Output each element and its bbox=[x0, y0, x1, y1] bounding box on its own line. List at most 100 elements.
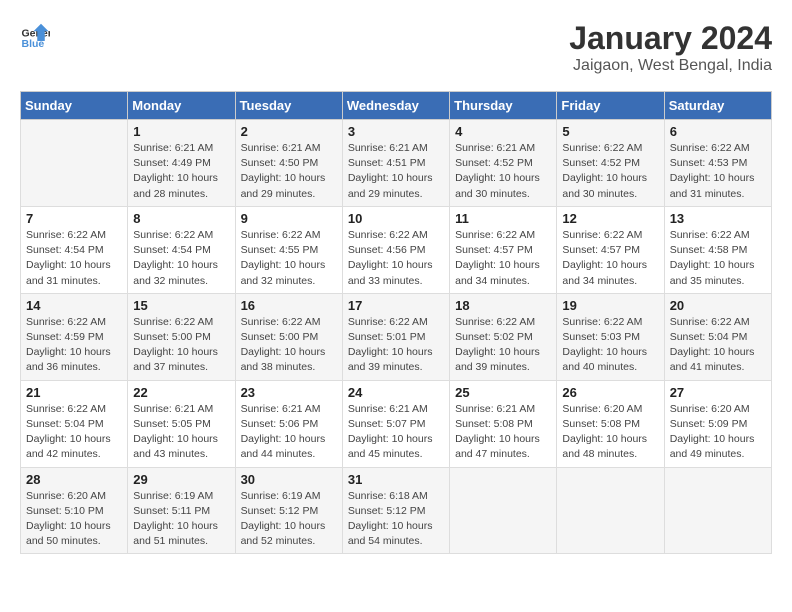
day-number: 11 bbox=[455, 211, 551, 226]
calendar-week-row: 28 Sunrise: 6:20 AM Sunset: 5:10 PM Dayli… bbox=[21, 467, 772, 554]
day-number: 6 bbox=[670, 124, 766, 139]
day-detail: Sunrise: 6:21 AM Sunset: 5:05 PM Dayligh… bbox=[133, 402, 229, 463]
calendar-cell: 17 Sunrise: 6:22 AM Sunset: 5:01 PM Dayli… bbox=[342, 293, 449, 380]
calendar-cell: 7 Sunrise: 6:22 AM Sunset: 4:54 PM Daylig… bbox=[21, 206, 128, 293]
calendar-cell: 19 Sunrise: 6:22 AM Sunset: 5:03 PM Dayli… bbox=[557, 293, 664, 380]
calendar-cell: 11Sunrise: 6:22 AM Sunset: 4:57 PM Dayli… bbox=[450, 206, 557, 293]
day-number: 17 bbox=[348, 298, 444, 313]
day-number: 13 bbox=[670, 211, 766, 226]
day-number: 29 bbox=[133, 472, 229, 487]
calendar-cell: 30 Sunrise: 6:19 AM Sunset: 5:12 PM Dayli… bbox=[235, 467, 342, 554]
day-detail: Sunrise: 6:21 AM Sunset: 5:07 PM Dayligh… bbox=[348, 402, 444, 463]
calendar-cell: 25 Sunrise: 6:21 AM Sunset: 5:08 PM Dayli… bbox=[450, 380, 557, 467]
weekday-header: Tuesday bbox=[235, 92, 342, 120]
calendar-week-row: 1 Sunrise: 6:21 AM Sunset: 4:49 PM Daylig… bbox=[21, 120, 772, 207]
calendar-week-row: 14 Sunrise: 6:22 AM Sunset: 4:59 PM Dayli… bbox=[21, 293, 772, 380]
day-number: 1 bbox=[133, 124, 229, 139]
day-detail: Sunrise: 6:22 AM Sunset: 4:59 PM Dayligh… bbox=[26, 315, 122, 376]
day-detail: Sunrise: 6:19 AM Sunset: 5:11 PM Dayligh… bbox=[133, 489, 229, 550]
logo-icon: General Blue bbox=[20, 20, 50, 50]
day-number: 7 bbox=[26, 211, 122, 226]
weekday-header: Saturday bbox=[664, 92, 771, 120]
calendar-cell: 1 Sunrise: 6:21 AM Sunset: 4:49 PM Daylig… bbox=[128, 120, 235, 207]
day-detail: Sunrise: 6:22 AM Sunset: 5:04 PM Dayligh… bbox=[670, 315, 766, 376]
weekday-header: Wednesday bbox=[342, 92, 449, 120]
day-number: 10 bbox=[348, 211, 444, 226]
day-detail: Sunrise: 6:21 AM Sunset: 5:06 PM Dayligh… bbox=[241, 402, 337, 463]
weekday-header: Sunday bbox=[21, 92, 128, 120]
day-number: 12 bbox=[562, 211, 658, 226]
calendar-cell: 2 Sunrise: 6:21 AM Sunset: 4:50 PM Daylig… bbox=[235, 120, 342, 207]
day-number: 14 bbox=[26, 298, 122, 313]
calendar-cell: 27 Sunrise: 6:20 AM Sunset: 5:09 PM Dayli… bbox=[664, 380, 771, 467]
calendar-cell: 9Sunrise: 6:22 AM Sunset: 4:55 PM Daylig… bbox=[235, 206, 342, 293]
day-detail: Sunrise: 6:22 AM Sunset: 5:03 PM Dayligh… bbox=[562, 315, 658, 376]
calendar-cell: 20 Sunrise: 6:22 AM Sunset: 5:04 PM Dayli… bbox=[664, 293, 771, 380]
weekday-header: Thursday bbox=[450, 92, 557, 120]
calendar-cell: 24Sunrise: 6:21 AM Sunset: 5:07 PM Dayli… bbox=[342, 380, 449, 467]
day-number: 8 bbox=[133, 211, 229, 226]
calendar-cell bbox=[557, 467, 664, 554]
weekday-header-row: SundayMondayTuesdayWednesdayThursdayFrid… bbox=[21, 92, 772, 120]
day-number: 26 bbox=[562, 385, 658, 400]
day-number: 9 bbox=[241, 211, 337, 226]
day-detail: Sunrise: 6:21 AM Sunset: 4:51 PM Dayligh… bbox=[348, 141, 444, 202]
day-detail: Sunrise: 6:22 AM Sunset: 5:00 PM Dayligh… bbox=[133, 315, 229, 376]
day-number: 19 bbox=[562, 298, 658, 313]
day-number: 15 bbox=[133, 298, 229, 313]
day-detail: Sunrise: 6:20 AM Sunset: 5:08 PM Dayligh… bbox=[562, 402, 658, 463]
calendar-cell: 15 Sunrise: 6:22 AM Sunset: 5:00 PM Dayli… bbox=[128, 293, 235, 380]
day-detail: Sunrise: 6:20 AM Sunset: 5:10 PM Dayligh… bbox=[26, 489, 122, 550]
day-detail: Sunrise: 6:22 AM Sunset: 4:56 PM Dayligh… bbox=[348, 228, 444, 289]
day-detail: Sunrise: 6:22 AM Sunset: 4:58 PM Dayligh… bbox=[670, 228, 766, 289]
day-detail: Sunrise: 6:22 AM Sunset: 4:52 PM Dayligh… bbox=[562, 141, 658, 202]
day-number: 20 bbox=[670, 298, 766, 313]
calendar-cell: 6 Sunrise: 6:22 AM Sunset: 4:53 PM Daylig… bbox=[664, 120, 771, 207]
page-header: General Blue January 2024 Jaigaon, West … bbox=[20, 20, 772, 75]
day-number: 21 bbox=[26, 385, 122, 400]
day-detail: Sunrise: 6:21 AM Sunset: 4:52 PM Dayligh… bbox=[455, 141, 551, 202]
calendar-cell: 28 Sunrise: 6:20 AM Sunset: 5:10 PM Dayli… bbox=[21, 467, 128, 554]
weekday-header: Friday bbox=[557, 92, 664, 120]
calendar-cell: 23 Sunrise: 6:21 AM Sunset: 5:06 PM Dayli… bbox=[235, 380, 342, 467]
weekday-header: Monday bbox=[128, 92, 235, 120]
day-detail: Sunrise: 6:22 AM Sunset: 5:00 PM Dayligh… bbox=[241, 315, 337, 376]
calendar-cell: 4 Sunrise: 6:21 AM Sunset: 4:52 PM Daylig… bbox=[450, 120, 557, 207]
calendar-cell: 5Sunrise: 6:22 AM Sunset: 4:52 PM Daylig… bbox=[557, 120, 664, 207]
day-number: 3 bbox=[348, 124, 444, 139]
day-detail: Sunrise: 6:21 AM Sunset: 5:08 PM Dayligh… bbox=[455, 402, 551, 463]
calendar-cell: 31Sunrise: 6:18 AM Sunset: 5:12 PM Dayli… bbox=[342, 467, 449, 554]
calendar-cell: 18Sunrise: 6:22 AM Sunset: 5:02 PM Dayli… bbox=[450, 293, 557, 380]
calendar-cell bbox=[21, 120, 128, 207]
calendar-cell bbox=[664, 467, 771, 554]
day-number: 16 bbox=[241, 298, 337, 313]
day-detail: Sunrise: 6:21 AM Sunset: 4:49 PM Dayligh… bbox=[133, 141, 229, 202]
day-detail: Sunrise: 6:22 AM Sunset: 5:04 PM Dayligh… bbox=[26, 402, 122, 463]
day-number: 28 bbox=[26, 472, 122, 487]
day-detail: Sunrise: 6:22 AM Sunset: 5:01 PM Dayligh… bbox=[348, 315, 444, 376]
calendar-cell bbox=[450, 467, 557, 554]
day-detail: Sunrise: 6:19 AM Sunset: 5:12 PM Dayligh… bbox=[241, 489, 337, 550]
title-block: January 2024 Jaigaon, West Bengal, India bbox=[569, 20, 772, 75]
day-detail: Sunrise: 6:22 AM Sunset: 4:54 PM Dayligh… bbox=[133, 228, 229, 289]
day-number: 22 bbox=[133, 385, 229, 400]
day-detail: Sunrise: 6:22 AM Sunset: 4:53 PM Dayligh… bbox=[670, 141, 766, 202]
day-number: 25 bbox=[455, 385, 551, 400]
day-number: 30 bbox=[241, 472, 337, 487]
calendar-cell: 12Sunrise: 6:22 AM Sunset: 4:57 PM Dayli… bbox=[557, 206, 664, 293]
calendar-table: SundayMondayTuesdayWednesdayThursdayFrid… bbox=[20, 91, 772, 554]
calendar-cell: 14 Sunrise: 6:22 AM Sunset: 4:59 PM Dayli… bbox=[21, 293, 128, 380]
day-detail: Sunrise: 6:21 AM Sunset: 4:50 PM Dayligh… bbox=[241, 141, 337, 202]
day-number: 31 bbox=[348, 472, 444, 487]
calendar-cell: 8 Sunrise: 6:22 AM Sunset: 4:54 PM Daylig… bbox=[128, 206, 235, 293]
day-detail: Sunrise: 6:22 AM Sunset: 4:54 PM Dayligh… bbox=[26, 228, 122, 289]
calendar-cell: 3 Sunrise: 6:21 AM Sunset: 4:51 PM Daylig… bbox=[342, 120, 449, 207]
day-detail: Sunrise: 6:20 AM Sunset: 5:09 PM Dayligh… bbox=[670, 402, 766, 463]
day-number: 27 bbox=[670, 385, 766, 400]
day-number: 2 bbox=[241, 124, 337, 139]
logo: General Blue bbox=[20, 20, 50, 50]
calendar-cell: 13 Sunrise: 6:22 AM Sunset: 4:58 PM Dayli… bbox=[664, 206, 771, 293]
day-number: 4 bbox=[455, 124, 551, 139]
day-number: 23 bbox=[241, 385, 337, 400]
day-number: 18 bbox=[455, 298, 551, 313]
